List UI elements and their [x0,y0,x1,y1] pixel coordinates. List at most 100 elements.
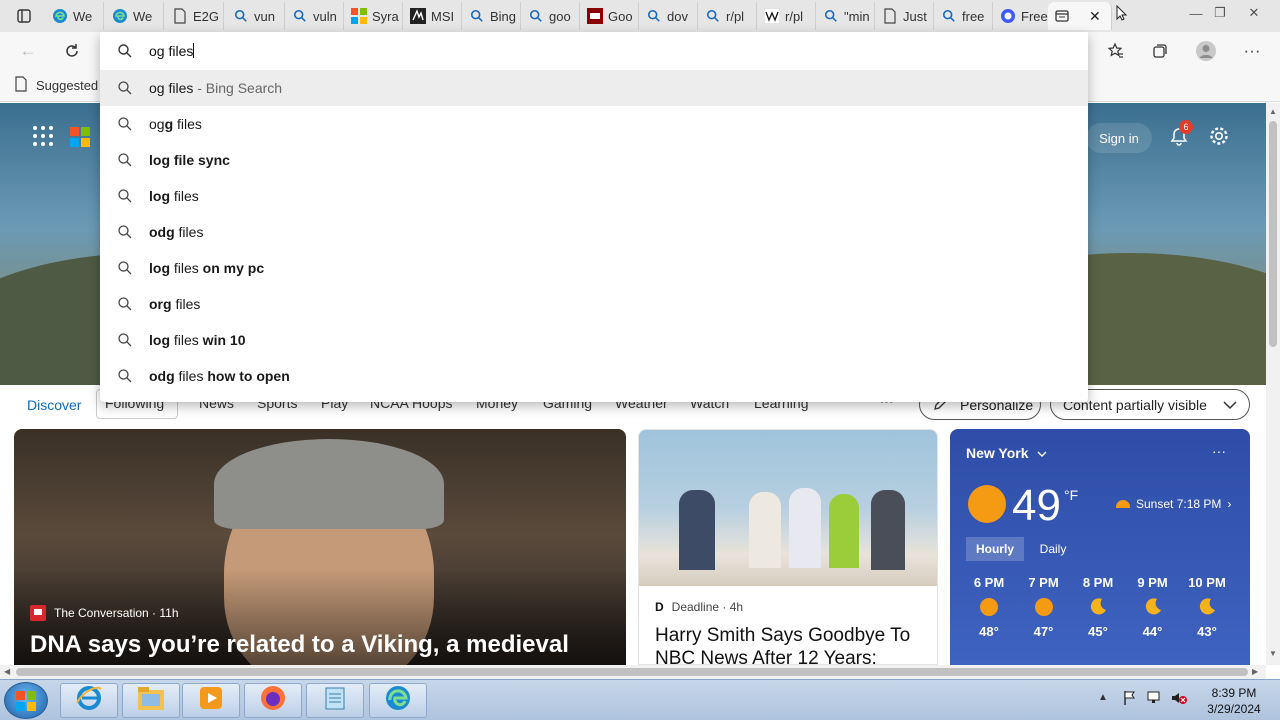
suggestion-fragment: odg [149,224,175,240]
taskbar-app-firefox[interactable] [244,683,302,718]
suggestion-item[interactable]: org files [100,286,1088,322]
card-headline[interactable]: DNA says you’re related to a Viking, a m… [30,631,569,659]
tab-9[interactable]: goo [522,2,580,30]
suggestion-fragment: files [173,116,202,132]
taskbar-app-file-explorer[interactable] [122,683,180,718]
weather-more-icon[interactable]: ··· [1212,443,1226,459]
more-menu-icon[interactable]: ··· [1238,37,1266,65]
taskbar-app-internet-explorer[interactable] [60,683,118,718]
tab-15[interactable]: Just [876,2,934,30]
close-tab-icon[interactable]: ✕ [1089,8,1101,25]
chevron-down-icon [1037,445,1047,461]
suggestion-fragment: files [174,368,204,384]
tab-5[interactable]: vuln [286,2,344,30]
hourly-forecast-item: 8 PM 45° [1075,575,1121,639]
taskbar-app-edge[interactable] [369,683,427,718]
profile-avatar[interactable] [1192,37,1220,65]
suggestion-fragment: how to open [203,368,290,384]
tab-8[interactable]: Bing [463,2,521,30]
tab-6[interactable]: Syra [345,2,403,30]
restore-icon[interactable]: ❐ [1208,2,1232,24]
tab-12[interactable]: r/pl [699,2,757,30]
taskbar-app-media-player[interactable] [182,683,240,718]
favorites-icon[interactable] [1102,37,1130,65]
collections-icon[interactable] [1146,37,1174,65]
settings-gear-icon[interactable] [1208,125,1230,152]
system-clock[interactable]: 8:39 PM 3/29/2024 [1196,685,1272,717]
search-icon [646,8,662,24]
suggestion-item[interactable]: log file sync [100,142,1088,178]
news-card-main[interactable]: The Conversation · 11h DNA says you’re r… [14,429,626,665]
taskbar-app-notepad[interactable] [306,683,364,718]
suggestion-item[interactable]: odg files [100,214,1088,250]
tab-actions-icon[interactable] [10,2,38,30]
tab-hourly[interactable]: Hourly [966,537,1024,561]
tab-4[interactable]: vun [227,2,285,30]
volume-muted-icon[interactable] [1170,690,1188,711]
suggestion-item[interactable]: log files [100,178,1088,214]
address-bar[interactable]: og files [100,32,1088,70]
notification-badge: 6 [1179,120,1193,134]
card-headline[interactable]: Harry Smith Says Goodbye To NBC News Aft… [655,624,931,664]
show-hidden-icons-icon[interactable]: ▲ [1098,692,1108,703]
sunset-link[interactable]: Sunset 7:18 PM › [1116,497,1231,511]
nav-label: Discover [27,397,82,413]
tab-strip: We We E2G vun vuln Syra MSI Bing goo Goo dov r/pl r/… [0,0,1280,32]
tab-active[interactable]: ✕ [1048,2,1112,30]
microsoft-logo-icon[interactable] [70,127,90,152]
tab-13[interactable]: r/pl [758,2,816,30]
tab-17[interactable]: Free [994,2,1052,30]
address-input[interactable]: og files [149,43,195,59]
close-window-icon[interactable]: ✕ [1242,2,1266,24]
apps-launcher-icon[interactable] [32,125,54,152]
weather-location[interactable]: New York [966,445,1047,461]
suggestion-item[interactable]: log files on my pc [100,250,1088,286]
new-tab-icon[interactable] [1110,2,1134,24]
start-button[interactable] [4,682,48,719]
tab-10[interactable]: Goo [581,2,639,30]
suggestion-text: org files [149,296,200,312]
tab-daily[interactable]: Daily [1032,537,1074,561]
suggestion-fragment: g [164,116,174,132]
tab-2[interactable]: We [106,2,164,30]
suggestion-item[interactable]: ogg files [100,106,1088,142]
tab-3[interactable]: E2G [166,2,224,30]
news-card-second[interactable]: D Deadline · 4h Harry Smith Says Goodbye… [638,429,938,665]
horizontal-scrollbar[interactable]: ◀ ▶ [0,665,1266,679]
suggestion-item[interactable]: og files - Bing Search [100,70,1088,106]
forecast-time: 6 PM [973,575,1005,590]
scrollbar-thumb[interactable] [16,668,1248,676]
scroll-down-icon[interactable]: ▼ [1269,649,1277,658]
chevron-right-icon: › [1227,497,1232,511]
tab-discover[interactable]: Discover [14,387,94,421]
notifications-bell-icon[interactable]: 6 [1168,120,1193,152]
flag-icon[interactable] [1122,690,1138,711]
favorites-item-suggested[interactable]: Suggested [14,76,98,95]
suggestion-item[interactable]: odg files how to open [100,358,1088,394]
suggestion-item[interactable]: log files win 10 [100,322,1088,358]
back-icon[interactable]: ← [14,37,42,65]
sign-in-button[interactable]: Sign in [1086,123,1152,153]
wikipedia-icon [764,8,780,24]
forecast-temp: 43° [1197,624,1217,639]
favorites-label: Suggested [36,78,99,93]
scrollbar-thumb[interactable] [1269,121,1277,347]
weather-city: New York [966,445,1029,461]
tab-1[interactable]: We [46,2,104,30]
tab-16[interactable]: free [935,2,993,30]
suggestion-text: log files [149,188,199,204]
vertical-scrollbar[interactable]: ▲ ▼ [1266,103,1280,665]
tab-7[interactable]: MSI [404,2,462,30]
suggestion-fragment: log [149,188,170,204]
scroll-left-icon[interactable]: ◀ [4,667,10,676]
tab-14[interactable]: "min [817,2,875,30]
tab-11[interactable]: dov [640,2,698,30]
weather-card[interactable]: New York ··· 49 °F Sunset 7:18 PM › Hour… [950,429,1250,665]
minimize-icon[interactable]: — [1184,2,1208,24]
scroll-up-icon[interactable]: ▲ [1269,107,1277,116]
network-icon[interactable] [1146,690,1164,711]
refresh-icon[interactable] [58,37,86,65]
the-conversation-logo-icon [30,605,46,621]
search-icon [705,8,721,24]
scroll-right-icon[interactable]: ▶ [1252,667,1258,676]
